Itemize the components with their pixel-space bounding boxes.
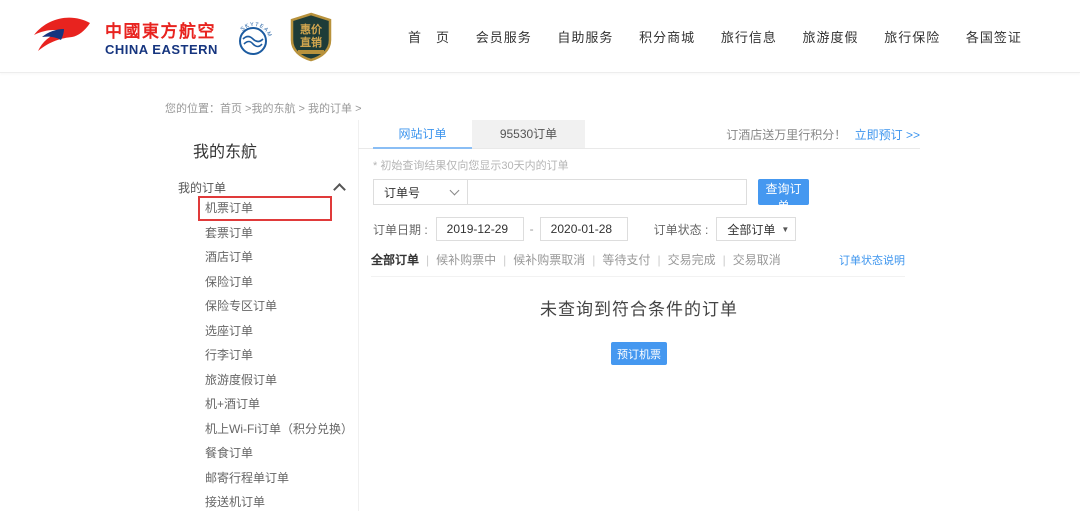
sidebar-item[interactable]: 邮寄行程单订单: [165, 466, 358, 491]
status-filter-row: 全部订单候补购票中候补购票取消等待支付交易完成交易取消 订单状态说明: [371, 251, 905, 277]
tab[interactable]: 95530订单: [472, 120, 585, 148]
nav-item[interactable]: 旅行信息: [721, 27, 777, 46]
caret-down-icon: ▼: [781, 225, 789, 234]
order-status-value: 全部订单: [727, 221, 775, 238]
brand-name-en: CHINA EASTERN: [105, 42, 218, 57]
site-header: 中國東方航空 CHINA EASTERN SKYTEAM 惠价: [0, 0, 1080, 73]
sidebar-item-label: 机上Wi-Fi订单（积分兑换）: [205, 422, 353, 436]
sidebar: 我的东航 我的订单 机票订单 套票订单 酒店订单: [165, 120, 359, 511]
order-tabbar: 网站订单95530订单 订酒店送万里行积分！ 立即预订 >>: [358, 120, 920, 149]
nav-item[interactable]: 旅游度假: [803, 27, 859, 46]
order-search-row: 订单号 查询订单: [373, 179, 920, 205]
nav-item[interactable]: 自助服务: [557, 27, 613, 46]
empty-message: 未查询到符合条件的订单: [358, 295, 920, 320]
status-filter-link[interactable]: 候补购票取消: [496, 253, 585, 267]
sidebar-item[interactable]: 套票订单: [165, 221, 358, 246]
nav-item[interactable]: 积分商城: [639, 27, 695, 46]
sidebar-item[interactable]: 行李订单: [165, 343, 358, 368]
date-separator: -: [530, 222, 534, 236]
sidebar-item[interactable]: 机上Wi-Fi订单（积分兑换）: [165, 417, 358, 442]
svg-text:惠价: 惠价: [300, 22, 323, 36]
promo-text: 订酒店送万里行积分！: [726, 128, 846, 142]
order-type-select-value: 订单号: [384, 184, 420, 201]
sidebar-item[interactable]: 接送机订单: [165, 490, 358, 511]
order-type-select[interactable]: 订单号: [374, 180, 468, 204]
status-filter-link[interactable]: 交易完成: [650, 253, 715, 267]
sidebar-item-label: 选座订单: [205, 324, 253, 338]
brand[interactable]: 中國東方航空 CHINA EASTERN SKYTEAM 惠价: [30, 12, 334, 67]
sidebar-item-label: 酒店订单: [205, 250, 253, 264]
query-note: * 初始查询结果仅向您显示30天内的订单: [373, 157, 920, 173]
status-filter-link[interactable]: 交易取消: [716, 253, 781, 267]
sidebar-item-label: 保险订单: [205, 275, 253, 289]
status-filter-link[interactable]: 候补购票中: [419, 253, 496, 267]
sidebar-item-label: 机+酒订单: [205, 397, 260, 411]
empty-state: 未查询到符合条件的订单 预订机票: [358, 295, 920, 365]
sidebar-item[interactable]: 旅游度假订单: [165, 368, 358, 393]
sidebar-item[interactable]: 选座订单: [165, 319, 358, 344]
sidebar-item-label: 邮寄行程单订单: [205, 471, 289, 485]
status-filter-link[interactable]: 全部订单: [371, 253, 419, 267]
sidebar-item[interactable]: 餐食订单: [165, 441, 358, 466]
skyteam-logo-icon: SKYTEAM: [231, 15, 275, 64]
sidebar-item-label: 行李订单: [205, 348, 253, 362]
sidebar-item-label: 机票订单: [205, 201, 253, 215]
chevron-down-icon: [450, 186, 460, 196]
nav-item[interactable]: 各国签证: [966, 27, 1022, 46]
status-help-link[interactable]: 订单状态说明: [839, 252, 905, 268]
promo-badge-icon: 惠价 直销: [288, 12, 334, 67]
nav-item[interactable]: 旅行保险: [884, 27, 940, 46]
nav-item[interactable]: 首 页: [408, 27, 450, 46]
main-panel: 网站订单95530订单 订酒店送万里行积分！ 立即预订 >> * 初始查询结果仅…: [358, 120, 920, 365]
china-eastern-logo-icon: [30, 15, 92, 64]
breadcrumb: 您的位置：首页 >我的东航 > 我的订单 >: [165, 100, 362, 116]
sidebar-item-label: 套票订单: [205, 226, 253, 240]
brand-name-cn: 中國東方航空: [105, 22, 218, 42]
nav-item[interactable]: 会员服务: [476, 27, 532, 46]
order-date-label: 订单日期 :: [373, 221, 428, 238]
sidebar-section-label: 我的订单: [178, 179, 226, 196]
status-filter-link[interactable]: 等待支付: [585, 253, 650, 267]
sidebar-item-label: 接送机订单: [205, 495, 265, 509]
page: 中國東方航空 CHINA EASTERN SKYTEAM 惠价: [0, 0, 1080, 511]
svg-text:直销: 直销: [300, 35, 322, 49]
main-nav: 首 页 会员服务 自助服务 积分商城 旅行信息 旅游度假 旅行保险 各国签证: [408, 0, 1022, 72]
order-tabs: 网站订单95530订单: [373, 120, 585, 148]
sidebar-item-label: 旅游度假订单: [205, 373, 277, 387]
order-status-label: 订单状态 :: [654, 221, 709, 238]
order-number-input[interactable]: [468, 180, 746, 204]
sidebar-item-label: 餐食订单: [205, 446, 253, 460]
brand-text: 中國東方航空 CHINA EASTERN: [105, 22, 218, 57]
hotel-promo: 订酒店送万里行积分！ 立即预订 >>: [726, 126, 920, 143]
sidebar-section-my-orders[interactable]: 我的订单: [165, 178, 358, 196]
sidebar-item-label: 保险专区订单: [205, 299, 277, 313]
date-from-input[interactable]: [436, 217, 524, 241]
book-flight-button[interactable]: 预订机票: [611, 342, 667, 365]
date-to-input[interactable]: [540, 217, 628, 241]
query-orders-button[interactable]: 查询订单: [758, 179, 809, 205]
sidebar-item[interactable]: 机+酒订单: [165, 392, 358, 417]
tab[interactable]: 网站订单: [373, 120, 472, 148]
order-status-select[interactable]: 全部订单 ▼: [716, 217, 796, 241]
sidebar-item[interactable]: 酒店订单: [165, 245, 358, 270]
sidebar-item[interactable]: 机票订单: [165, 196, 358, 221]
status-filters: 全部订单候补购票中候补购票取消等待支付交易完成交易取消: [371, 251, 781, 268]
sidebar-item[interactable]: 保险订单: [165, 270, 358, 295]
order-search-box: 订单号: [373, 179, 747, 205]
sidebar-title: 我的东航: [165, 120, 358, 162]
date-filter-row: 订单日期 : - 订单状态 : 全部订单 ▼: [373, 217, 920, 241]
sidebar-items: 机票订单 套票订单 酒店订单 保险订单: [165, 196, 358, 511]
promo-book-now-link[interactable]: 立即预订 >>: [855, 128, 920, 142]
sidebar-item[interactable]: 保险专区订单: [165, 294, 358, 319]
chevron-up-icon: [333, 183, 346, 196]
